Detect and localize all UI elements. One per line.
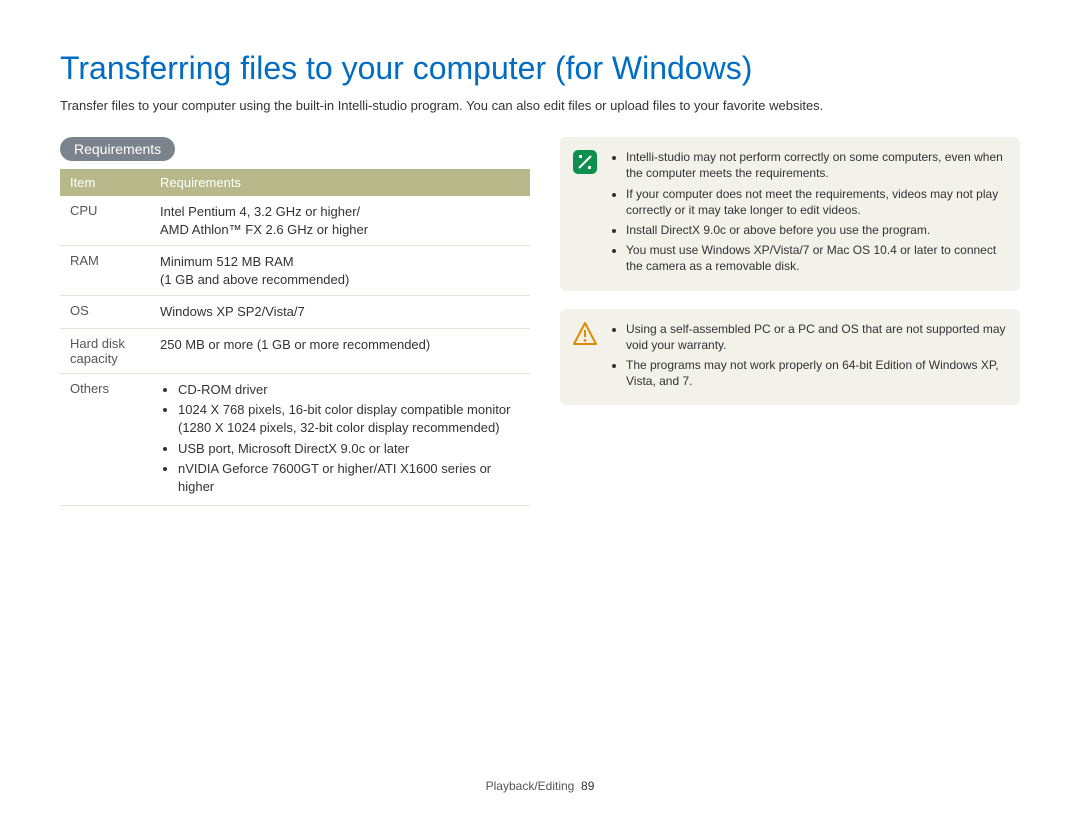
footer-page-number: 89 bbox=[581, 779, 594, 793]
note-box-info: Intelli-studio may not perform correctly… bbox=[560, 137, 1020, 290]
list-item: 1024 X 768 pixels, 16-bit color display … bbox=[178, 401, 520, 436]
list-item: You must use Windows XP/Vista/7 or Mac O… bbox=[626, 242, 1006, 274]
list-item: Using a self-assembled PC or a PC and OS… bbox=[626, 321, 1006, 353]
cell-req: Minimum 512 MB RAM (1 GB and above recom… bbox=[150, 246, 530, 296]
list-item: If your computer does not meet the requi… bbox=[626, 186, 1006, 218]
cell-item: Others bbox=[60, 373, 150, 505]
note-box-warning: Using a self-assembled PC or a PC and OS… bbox=[560, 309, 1020, 406]
table-row: RAM Minimum 512 MB RAM (1 GB and above r… bbox=[60, 246, 530, 296]
bullet-list: CD-ROM driver 1024 X 768 pixels, 16-bit … bbox=[160, 381, 520, 495]
text: Windows XP SP2/Vista/7 bbox=[160, 303, 520, 321]
section-heading-pill: Requirements bbox=[60, 137, 175, 161]
document-page: Transferring files to your computer (for… bbox=[0, 0, 1080, 815]
list-item: nVIDIA Geforce 7600GT or higher/ATI X160… bbox=[178, 460, 520, 495]
cell-item: RAM bbox=[60, 246, 150, 296]
text: Minimum 512 MB RAM bbox=[160, 253, 520, 271]
cell-item: CPU bbox=[60, 196, 150, 246]
text: Intel Pentium 4, 3.2 GHz or higher/ bbox=[160, 203, 520, 221]
right-column: Intelli-studio may not perform correctly… bbox=[560, 137, 1020, 506]
table-row: Others CD-ROM driver 1024 X 768 pixels, … bbox=[60, 373, 530, 505]
two-column-layout: Requirements Item Requirements CPU Intel… bbox=[60, 137, 1020, 506]
page-footer: Playback/Editing 89 bbox=[0, 779, 1080, 793]
list-item: Install DirectX 9.0c or above before you… bbox=[626, 222, 1006, 238]
cell-item: Hard disk capacity bbox=[60, 328, 150, 373]
text: 250 MB or more (1 GB or more recommended… bbox=[160, 336, 520, 354]
table-header-item: Item bbox=[60, 169, 150, 196]
page-title: Transferring files to your computer (for… bbox=[60, 50, 1020, 87]
cell-req: Windows XP SP2/Vista/7 bbox=[150, 296, 530, 329]
note-list: Intelli-studio may not perform correctly… bbox=[610, 149, 1006, 274]
intro-paragraph: Transfer files to your computer using th… bbox=[60, 97, 1020, 115]
table-row: OS Windows XP SP2/Vista/7 bbox=[60, 296, 530, 329]
cell-item: OS bbox=[60, 296, 150, 329]
note-icon bbox=[572, 149, 598, 175]
cell-req: Intel Pentium 4, 3.2 GHz or higher/ AMD … bbox=[150, 196, 530, 246]
list-item: CD-ROM driver bbox=[178, 381, 520, 399]
list-item: The programs may not work properly on 64… bbox=[626, 357, 1006, 389]
table-row: CPU Intel Pentium 4, 3.2 GHz or higher/ … bbox=[60, 196, 530, 246]
left-column: Requirements Item Requirements CPU Intel… bbox=[60, 137, 530, 506]
list-item: Intelli-studio may not perform correctly… bbox=[626, 149, 1006, 181]
requirements-table: Item Requirements CPU Intel Pentium 4, 3… bbox=[60, 169, 530, 506]
warning-list: Using a self-assembled PC or a PC and OS… bbox=[610, 321, 1006, 390]
cell-req: 250 MB or more (1 GB or more recommended… bbox=[150, 328, 530, 373]
list-item: USB port, Microsoft DirectX 9.0c or late… bbox=[178, 440, 520, 458]
footer-section: Playback/Editing bbox=[486, 779, 575, 793]
text: (1 GB and above recommended) bbox=[160, 271, 520, 289]
table-row: Hard disk capacity 250 MB or more (1 GB … bbox=[60, 328, 530, 373]
table-header-req: Requirements bbox=[150, 169, 530, 196]
text: AMD Athlon™ FX 2.6 GHz or higher bbox=[160, 221, 520, 239]
warning-icon bbox=[572, 321, 598, 347]
cell-req: CD-ROM driver 1024 X 768 pixels, 16-bit … bbox=[150, 373, 530, 505]
